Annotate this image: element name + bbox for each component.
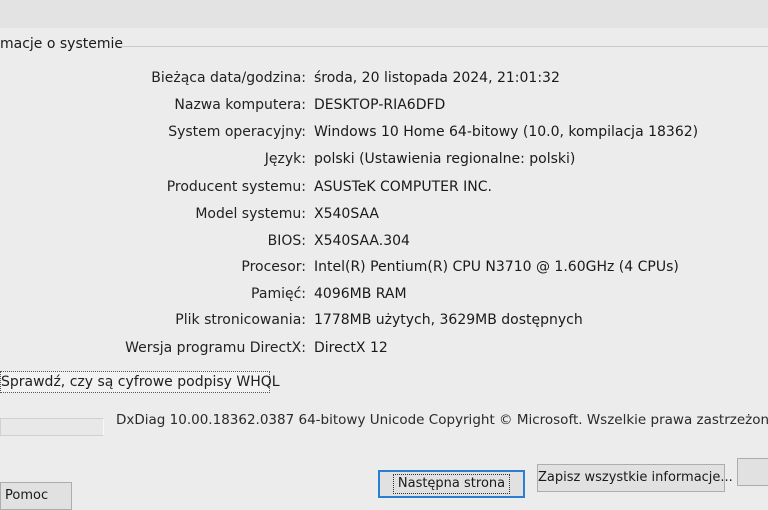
info-label: Model systemu:	[195, 206, 306, 222]
section-title: macje o systemie	[0, 36, 123, 52]
info-label: BIOS:	[267, 233, 306, 249]
info-value: środa, 20 listopada 2024, 21:01:32	[314, 70, 560, 86]
info-row-bios: BIOS: X540SAA.304	[0, 233, 768, 255]
info-row-manufacturer: Producent systemu: ASUSTeK COMPUTER INC.	[0, 179, 768, 201]
partial-button[interactable]	[737, 458, 768, 486]
help-button-label: Pomoc	[5, 488, 49, 503]
info-row-language: Język: polski (Ustawienia regionalne: po…	[0, 151, 768, 173]
info-row-page-file: Plik stronicowania: 1778MB użytych, 3629…	[0, 312, 768, 334]
info-value: Intel(R) Pentium(R) CPU N3710 @ 1.60GHz …	[314, 259, 679, 275]
info-row-computer-name: Nazwa komputera: DESKTOP-RIA6DFD	[0, 97, 768, 119]
info-value: 1778MB użytych, 3629MB dostępnych	[314, 312, 583, 328]
info-value: DESKTOP-RIA6DFD	[314, 97, 446, 113]
info-value: polski (Ustawienia regionalne: polski)	[314, 151, 576, 167]
info-label: Bieżąca data/godzina:	[151, 70, 306, 86]
window-top-strip	[0, 0, 768, 28]
save-all-info-button[interactable]: Zapisz wszystkie informacje...	[537, 464, 733, 492]
info-label: Procesor:	[241, 259, 306, 275]
info-label: Pamięć:	[251, 286, 306, 302]
info-value: DirectX 12	[314, 340, 388, 356]
info-label: Nazwa komputera:	[174, 97, 306, 113]
info-row-operating-system: System operacyjny: Windows 10 Home 64-bi…	[0, 124, 768, 146]
whql-check-label: Sprawdź, czy są cyfrowe podpisy WHQL	[1, 374, 280, 390]
info-row-memory: Pamięć: 4096MB RAM	[0, 286, 768, 308]
info-label: Producent systemu:	[166, 179, 306, 195]
info-row-system-model: Model systemu: X540SAA	[0, 206, 768, 228]
info-value: X540SAA	[314, 206, 380, 222]
info-value: X540SAA.304	[314, 233, 410, 249]
inset-panel	[0, 418, 104, 436]
whql-check-button[interactable]: Sprawdź, czy są cyfrowe podpisy WHQL	[0, 371, 280, 393]
copyright-text: DxDiag 10.00.18362.0387 64-bitowy Unicod…	[116, 412, 768, 428]
info-value: ASUSTeK COMPUTER INC.	[314, 179, 492, 195]
help-button[interactable]: Pomoc	[0, 482, 72, 510]
save-all-info-button-label: Zapisz wszystkie informacje...	[538, 470, 733, 485]
info-label: Wersja programu DirectX:	[125, 340, 306, 356]
info-label: Język:	[264, 151, 306, 167]
info-row-directx-version: Wersja programu DirectX: DirectX 12	[0, 340, 768, 362]
next-page-button[interactable]: Następna strona	[378, 470, 525, 498]
info-value: 4096MB RAM	[314, 286, 407, 302]
info-label: System operacyjny:	[168, 124, 306, 140]
info-value: Windows 10 Home 64-bitowy (10.0, kompila…	[314, 124, 699, 140]
info-row-processor: Procesor: Intel(R) Pentium(R) CPU N3710 …	[0, 259, 768, 281]
info-row-datetime: Bieżąca data/godzina: środa, 20 listopad…	[0, 70, 768, 92]
section-divider	[118, 46, 768, 47]
info-label: Plik stronicowania:	[175, 312, 306, 328]
next-page-button-label: Następna strona	[392, 474, 511, 494]
